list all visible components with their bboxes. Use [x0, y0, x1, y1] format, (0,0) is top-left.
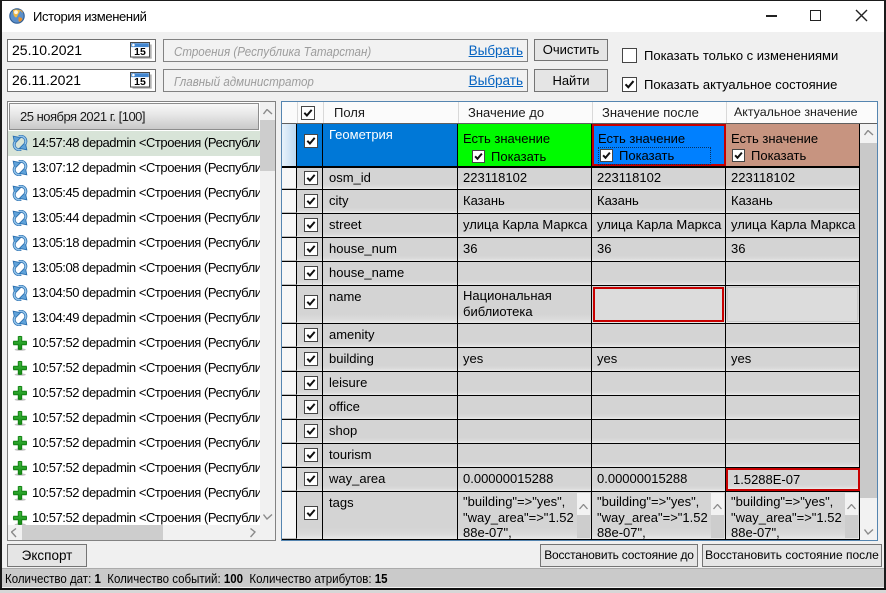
svg-text:15: 15 — [134, 76, 146, 88]
svg-text:15: 15 — [134, 46, 146, 58]
